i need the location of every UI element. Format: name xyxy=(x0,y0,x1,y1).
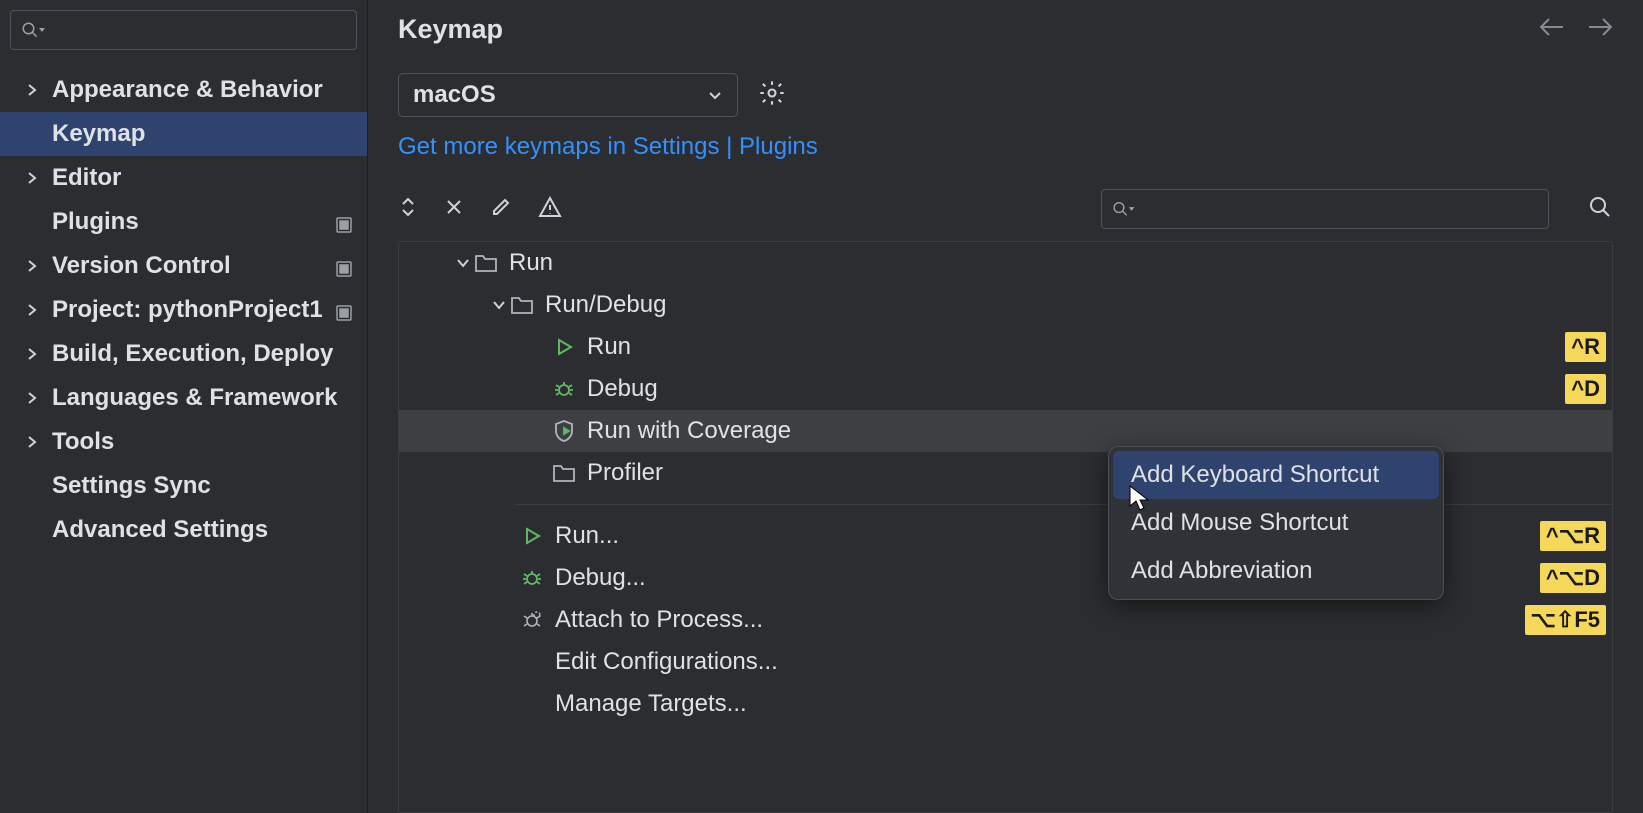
attach-icon xyxy=(519,607,545,633)
main-panel: Keymap macOS Get more keymaps in Setting… xyxy=(368,0,1643,813)
action-search[interactable] xyxy=(1101,189,1549,229)
tree-row-edit-configurations-[interactable]: Edit Configurations... xyxy=(399,641,1612,683)
sidebar-item-label: Settings Sync xyxy=(52,472,367,500)
sidebar-item-appearance-behavior[interactable]: Appearance & Behavior xyxy=(0,68,367,112)
sidebar-item-label: Appearance & Behavior xyxy=(52,76,367,104)
nav-forward-icon[interactable] xyxy=(1587,17,1613,42)
chevron-right-icon xyxy=(22,171,42,185)
tree-label: Run/Debug xyxy=(545,291,1612,319)
sidebar-search[interactable] xyxy=(10,10,357,50)
sidebar-item-label: Tools xyxy=(52,428,367,456)
gear-icon[interactable] xyxy=(758,79,786,112)
tree-row-attach-to-process-[interactable]: Attach to Process...⌥⇧F5 xyxy=(399,599,1612,641)
blank-icon xyxy=(519,649,545,675)
header: Keymap xyxy=(368,0,1643,55)
chevron-right-icon xyxy=(22,391,42,405)
tree-label: Run with Coverage xyxy=(587,417,1612,445)
tree-divider xyxy=(515,504,1612,505)
more-keymaps-link-row: Get more keymaps in Settings | Plugins xyxy=(368,127,1643,181)
project-badge-icon xyxy=(335,301,353,319)
more-keymaps-link[interactable]: Get more keymaps in Settings | Plugins xyxy=(398,133,818,160)
action-search-input[interactable] xyxy=(1142,198,1538,221)
dropdown-icon xyxy=(37,25,47,35)
sidebar-item-keymap[interactable]: Keymap xyxy=(0,112,367,156)
collapse-all-icon[interactable] xyxy=(444,197,464,222)
sidebar-item-label: Build, Execution, Deploy xyxy=(52,340,367,368)
tree-label: Manage Targets... xyxy=(555,690,1612,718)
chevron-down-icon[interactable] xyxy=(453,257,473,269)
sidebar-item-languages-framework[interactable]: Languages & Framework xyxy=(0,376,367,420)
shortcut-badge: ⌥⇧F5 xyxy=(1525,605,1606,635)
chevron-right-icon xyxy=(22,259,42,273)
scheme-select-value: macOS xyxy=(413,81,496,109)
page-title: Keymap xyxy=(398,14,1539,45)
tree-label: Profiler xyxy=(587,459,1612,487)
bug-icon xyxy=(551,376,577,402)
sidebar-item-version-control[interactable]: Version Control xyxy=(0,244,367,288)
folder-icon xyxy=(509,292,535,318)
tree-row-run[interactable]: Run^R xyxy=(399,326,1612,368)
project-badge-icon xyxy=(335,257,353,275)
find-shortcut-icon[interactable] xyxy=(1587,194,1613,225)
sidebar-item-build-execution-deploy[interactable]: Build, Execution, Deploy xyxy=(0,332,367,376)
nav-back-icon[interactable] xyxy=(1539,17,1565,42)
sidebar-item-tools[interactable]: Tools xyxy=(0,420,367,464)
sidebar-item-editor[interactable]: Editor xyxy=(0,156,367,200)
sidebar-item-project-pythonproject-[interactable]: Project: pythonProject1 xyxy=(0,288,367,332)
sidebar-item-advanced-settings[interactable]: Advanced Settings xyxy=(0,508,367,552)
chevron-down-icon[interactable] xyxy=(489,299,509,311)
project-badge-icon xyxy=(335,213,353,231)
chevron-right-icon xyxy=(22,303,42,317)
shortcut-badge: ^R xyxy=(1565,332,1606,362)
tree-label: Debug xyxy=(587,375,1565,403)
settings-sidebar: Appearance & Behavior Keymap Editor Plugins… xyxy=(0,0,368,813)
sidebar-tree: Appearance & Behavior Keymap Editor Plugins… xyxy=(0,60,367,552)
tree-row-manage-targets-[interactable]: Manage Targets... xyxy=(399,683,1612,725)
tree-label: Attach to Process... xyxy=(555,606,1525,634)
chevron-down-icon xyxy=(707,87,723,103)
warning-icon[interactable] xyxy=(538,196,562,223)
chevron-right-icon xyxy=(22,435,42,449)
sidebar-search-input[interactable] xyxy=(51,19,346,42)
folder-icon xyxy=(473,250,499,276)
sidebar-item-label: Advanced Settings xyxy=(52,516,367,544)
sidebar-item-label: Languages & Framework xyxy=(52,384,367,412)
sidebar-item-label: Version Control xyxy=(52,252,335,280)
sidebar-item-label: Project: pythonProject1 xyxy=(52,296,335,324)
sidebar-item-label: Editor xyxy=(52,164,367,192)
shortcut-badge: ^⌥R xyxy=(1540,521,1606,551)
folder-icon xyxy=(551,460,577,486)
sidebar-item-label: Keymap xyxy=(52,120,367,148)
tree-row-run[interactable]: Run xyxy=(399,242,1612,284)
context-item-add-mouse[interactable]: Add Mouse Shortcut xyxy=(1113,499,1439,547)
chevron-right-icon xyxy=(22,83,42,97)
context-item-add-abbrev[interactable]: Add Abbreviation xyxy=(1113,547,1439,595)
sidebar-item-plugins[interactable]: Plugins xyxy=(0,200,367,244)
scheme-controls: macOS xyxy=(368,55,1643,127)
play-icon xyxy=(519,523,545,549)
tree-label: Edit Configurations... xyxy=(555,648,1612,676)
sidebar-item-settings-sync[interactable]: Settings Sync xyxy=(0,464,367,508)
nav-arrows xyxy=(1539,17,1613,42)
tree-row-debug[interactable]: Debug^D xyxy=(399,368,1612,410)
blank-icon xyxy=(519,691,545,717)
tree-label: Run xyxy=(509,249,1612,277)
dropdown-icon xyxy=(1127,204,1136,214)
tree-row-run-debug[interactable]: Run/Debug xyxy=(399,284,1612,326)
bug-icon xyxy=(519,565,545,591)
chevron-right-icon xyxy=(22,347,42,361)
context-menu: Add Keyboard Shortcut Add Mouse Shortcut… xyxy=(1108,446,1444,600)
shortcut-badge: ^D xyxy=(1565,374,1606,404)
sidebar-item-label: Plugins xyxy=(52,208,335,236)
keymap-toolbar xyxy=(368,181,1643,237)
play-icon xyxy=(551,334,577,360)
coverage-icon xyxy=(551,418,577,444)
edit-icon[interactable] xyxy=(490,196,512,223)
tree-label: Run xyxy=(587,333,1565,361)
scheme-select[interactable]: macOS xyxy=(398,73,738,117)
shortcut-badge: ^⌥D xyxy=(1540,563,1606,593)
expand-collapse-icon[interactable] xyxy=(398,195,418,224)
context-item-add-keyboard[interactable]: Add Keyboard Shortcut xyxy=(1113,451,1439,499)
